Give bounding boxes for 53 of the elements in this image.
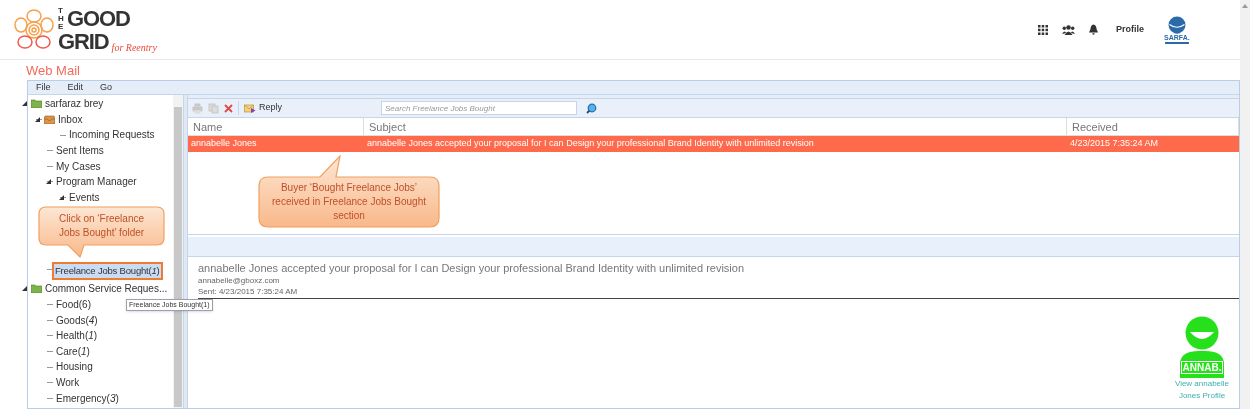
table-cell-text: 4/23/2015 7:35:24 AM: [1069, 137, 1160, 151]
folder-item[interactable]: Freelance Jobs Bought(1): [52, 262, 163, 281]
people-icon[interactable]: [1062, 24, 1075, 35]
column-header[interactable]: Subject: [364, 118, 1067, 135]
expander-icon[interactable]: [46, 178, 51, 184]
folder-item[interactable]: Work: [55, 375, 81, 390]
message-subject: annabelle Jones accepted your proposal for I can Design your professional Brand Identity with unlimited revision: [198, 261, 746, 275]
bell-icon[interactable]: [1089, 24, 1098, 35]
folder-item[interactable]: Common Service Reques...: [44, 281, 169, 297]
inbox-icon: [44, 114, 55, 124]
expander-icon[interactable]: [35, 116, 40, 122]
delete-icon[interactable]: [224, 103, 233, 113]
sent-date: Sent: 4/23/2015 7:35:24 AM: [198, 286, 1239, 299]
menu-item[interactable]: File: [36, 80, 51, 95]
envelope-icon: [244, 103, 256, 113]
folder-item[interactable]: Sent Items: [55, 143, 105, 159]
folder-item[interactable]: My Cases: [55, 158, 102, 174]
page-title: Web Mail: [26, 62, 81, 80]
folder-icon: [31, 99, 42, 109]
folder-item[interactable]: Food(6): [55, 297, 92, 313]
apps-grid-icon[interactable]: [1038, 24, 1048, 35]
page-scrollbar[interactable]: [1240, 0, 1250, 409]
folder-item[interactable]: Care(1): [55, 343, 91, 359]
folder-item[interactable]: Health(1): [55, 328, 99, 344]
folder-item[interactable]: Housing: [55, 359, 94, 375]
logo-text: GOOD: [67, 7, 130, 30]
folder-item[interactable]: Events: [68, 189, 101, 205]
folder-item[interactable]: sarfaraz brey: [44, 96, 105, 112]
flower-logo-icon: [12, 7, 56, 52]
menu-item[interactable]: Go: [100, 80, 113, 95]
folder-item[interactable]: Goods(4): [55, 312, 99, 328]
reply-button[interactable]: Reply: [244, 101, 282, 115]
menu-item[interactable]: Edit: [67, 80, 84, 95]
search-icon[interactable]: [586, 102, 597, 114]
profile-link[interactable]: Profile: [1116, 22, 1144, 37]
sender-email: annabelle@gboxz.com: [198, 275, 281, 286]
folder-item[interactable]: Inbox: [57, 111, 84, 127]
logo-text: GRID: [58, 30, 109, 53]
table-cell-text: annabelle Jones: [190, 137, 258, 151]
folder-item[interactable]: Incoming Requests: [68, 127, 156, 143]
column-header[interactable]: Name: [188, 118, 364, 135]
callout: Buyer ‘Bought Freelance Jobs’ received in Freelance Jobs Bought section: [258, 155, 440, 228]
logo-tagline: for Reentry: [111, 42, 157, 53]
folder-icon: [31, 284, 42, 294]
callout: Click on ‘Freelance Jobs Bought’ folder: [38, 206, 165, 258]
table-cell-text: annabelle Jones accepted your proposal for I can Design your professional Brand Identity with unlimited revision: [366, 137, 815, 151]
expander-icon[interactable]: [22, 101, 27, 106]
logo-text: THE: [58, 6, 65, 31]
folder-item[interactable]: Program Manager: [55, 174, 138, 190]
column-header[interactable]: Received: [1067, 118, 1239, 135]
folder-item[interactable]: Emergency(3): [55, 390, 120, 406]
expander-icon[interactable]: [59, 194, 64, 200]
search-field[interactable]: Search Freelance Jobs Bought: [381, 101, 577, 115]
